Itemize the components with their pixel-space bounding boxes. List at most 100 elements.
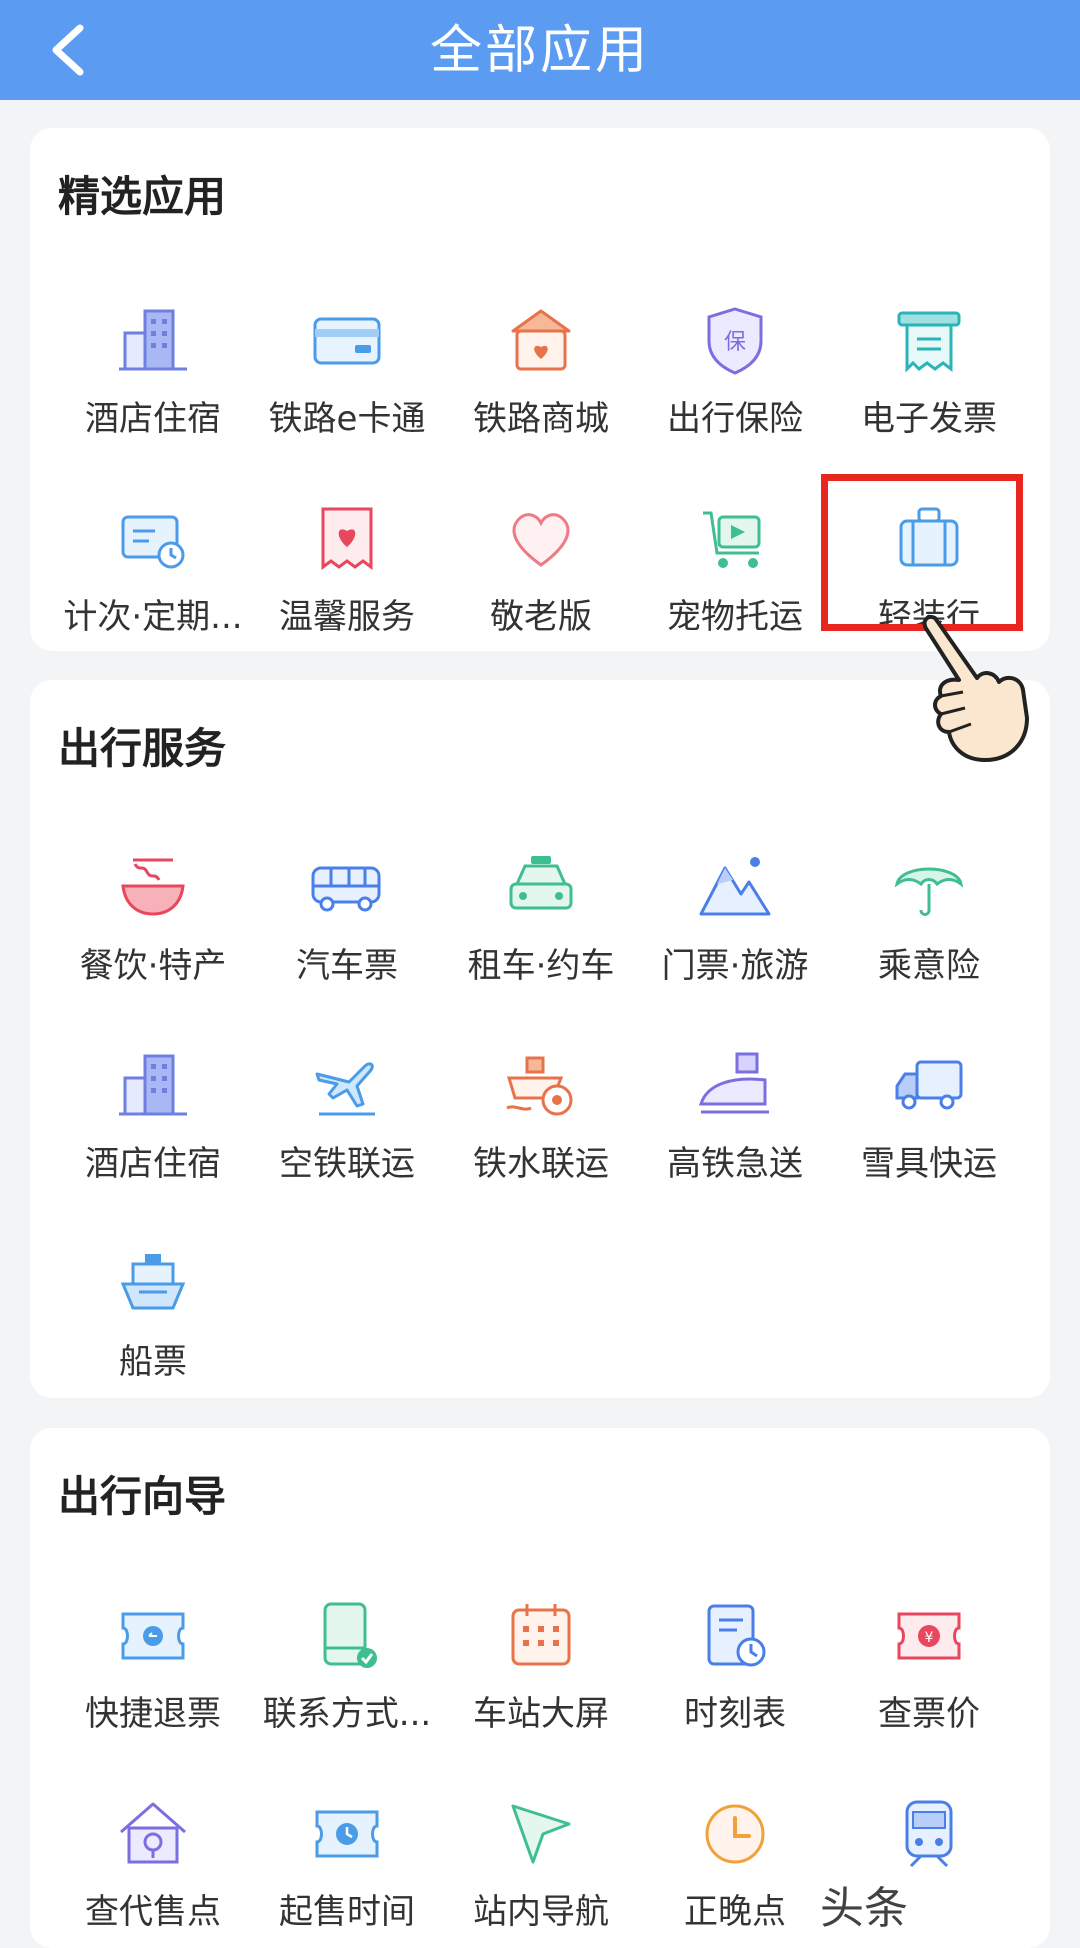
app-ski-shipping[interactable]: 雪具快运 [829, 1038, 1029, 1198]
app-pet-shipping[interactable]: 宠物托运 [635, 491, 835, 651]
svg-text:¥: ¥ [925, 1630, 934, 1646]
app-label: 快捷退票 [85, 1694, 221, 1734]
insurance-shield-icon: 保 [697, 303, 773, 379]
app-label: 酒店住宿 [85, 1144, 221, 1184]
app-air-rail[interactable]: 空铁联运 [247, 1038, 447, 1198]
app-label: 温馨服务 [279, 597, 415, 637]
price-ticket-icon: ¥ [891, 1598, 967, 1674]
app-label: 正晚点 [684, 1892, 786, 1932]
app-label: 站内导航 [473, 1892, 609, 1932]
ticket-time-icon [309, 1796, 385, 1872]
app-station-screen[interactable]: 车站大屏 [441, 1588, 641, 1748]
train-front-icon [891, 1796, 967, 1872]
app-label: 高铁急送 [667, 1144, 803, 1184]
noodle-bowl-icon [115, 850, 191, 926]
clock-icon [697, 1796, 773, 1872]
app-ticket-price[interactable]: ¥ 查票价 [829, 1588, 1029, 1748]
app-label: 酒店住宿 [85, 399, 221, 439]
mountain-icon [697, 850, 773, 926]
app-ship-ticket[interactable]: 船票 [53, 1236, 253, 1396]
pet-cart-icon [697, 501, 773, 577]
app-sale-time[interactable]: 起售时间 [247, 1786, 447, 1946]
timetable-icon [697, 1598, 773, 1674]
section-travel-guide: 出行向导 快捷退票 联系方式... 车站大屏 时刻表 ¥ 查票价 查代售点 起售… [30, 1428, 1050, 1948]
navigation-arrow-icon [503, 1796, 579, 1872]
app-label: 船票 [119, 1342, 187, 1382]
app-tickets-tours[interactable]: 门票·旅游 [635, 840, 835, 1000]
app-label: 敬老版 [490, 597, 592, 637]
section-travel-services: 出行服务 餐饮·特产 汽车票 租车·约车 门票·旅游 乘意险 酒店住宿 空铁联运… [30, 680, 1050, 1398]
umbrella-icon [891, 850, 967, 926]
app-travel-insurance[interactable]: 保 出行保险 [635, 293, 835, 453]
hotel-building-icon [115, 1048, 191, 1124]
pointing-hand-icon [915, 610, 1035, 770]
app-agency-outlets[interactable]: 查代售点 [53, 1786, 253, 1946]
app-label: 铁水联运 [473, 1144, 609, 1184]
top-bar: 全部应用 [0, 0, 1080, 100]
app-passenger-insurance[interactable]: 乘意险 [829, 840, 1029, 1000]
section-title: 出行向导 [58, 1472, 227, 1521]
ship-train-icon [503, 1048, 579, 1124]
app-food-specialty[interactable]: 餐饮·特产 [53, 840, 253, 1000]
app-hotel-2[interactable]: 酒店住宿 [53, 1038, 253, 1198]
bus-icon [309, 850, 385, 926]
taxi-icon [503, 850, 579, 926]
section-title: 精选应用 [58, 172, 227, 221]
app-rail-mall[interactable]: 铁路商城 [441, 293, 641, 453]
heart-card-icon [309, 501, 385, 577]
card-icon [309, 303, 385, 379]
app-caring-service[interactable]: 温馨服务 [247, 491, 447, 651]
app-hotel[interactable]: 酒店住宿 [53, 293, 253, 453]
app-station-navigation[interactable]: 站内导航 [441, 1786, 641, 1946]
section-title: 出行服务 [58, 724, 227, 773]
app-rail-water[interactable]: 铁水联运 [441, 1038, 641, 1198]
app-label: 乘意险 [878, 946, 980, 986]
app-label: 铁路e卡通 [268, 399, 426, 439]
watermark: 头条 [820, 1883, 908, 1934]
app-pass-ticket[interactable]: 计次·定期... [53, 491, 253, 651]
app-contact-info[interactable]: 联系方式... [247, 1588, 447, 1748]
app-label: 雪具快运 [861, 1144, 997, 1184]
app-car-rental[interactable]: 租车·约车 [441, 840, 641, 1000]
app-express-delivery[interactable]: 高铁急送 [635, 1038, 835, 1198]
app-rail-ecard[interactable]: 铁路e卡通 [247, 293, 447, 453]
ship-icon [115, 1246, 191, 1322]
phone-check-icon [309, 1598, 385, 1674]
truck-icon [891, 1048, 967, 1124]
app-elderly-mode[interactable]: 敬老版 [441, 491, 641, 651]
app-label: 铁路商城 [473, 399, 609, 439]
app-label: 查代售点 [85, 1892, 221, 1932]
app-bus-ticket[interactable]: 汽车票 [247, 840, 447, 1000]
app-label: 租车·约车 [467, 946, 615, 986]
refund-ticket-icon [115, 1598, 191, 1674]
app-label: 查票价 [878, 1694, 980, 1734]
invoice-icon [891, 303, 967, 379]
app-quick-refund[interactable]: 快捷退票 [53, 1588, 253, 1748]
app-on-time-status[interactable]: 正晚点 [635, 1786, 835, 1946]
app-label: 空铁联运 [279, 1144, 415, 1184]
app-label: 餐饮·特产 [79, 946, 227, 986]
plane-train-icon [309, 1048, 385, 1124]
app-label: 出行保险 [667, 399, 803, 439]
svg-text:保: 保 [724, 330, 746, 355]
app-label: 起售时间 [279, 1892, 415, 1932]
heart-icon [503, 501, 579, 577]
hotel-building-icon [115, 303, 191, 379]
app-label: 联系方式... [262, 1694, 432, 1734]
app-label: 计次·定期... [63, 597, 243, 637]
house-icon [115, 1796, 191, 1872]
app-label: 车站大屏 [473, 1694, 609, 1734]
app-label: 电子发票 [861, 399, 997, 439]
highlight-box [821, 474, 1023, 631]
ticket-clock-icon [115, 501, 191, 577]
page-title: 全部应用 [429, 20, 650, 81]
calendar-grid-icon [503, 1598, 579, 1674]
bullet-train-package-icon [697, 1048, 773, 1124]
shop-icon [503, 303, 579, 379]
app-label: 时刻表 [684, 1694, 786, 1734]
app-timetable[interactable]: 时刻表 [635, 1588, 835, 1748]
app-label: 门票·旅游 [661, 946, 809, 986]
app-label: 汽车票 [296, 946, 398, 986]
app-e-invoice[interactable]: 电子发票 [829, 293, 1029, 453]
app-label: 宠物托运 [667, 597, 803, 637]
